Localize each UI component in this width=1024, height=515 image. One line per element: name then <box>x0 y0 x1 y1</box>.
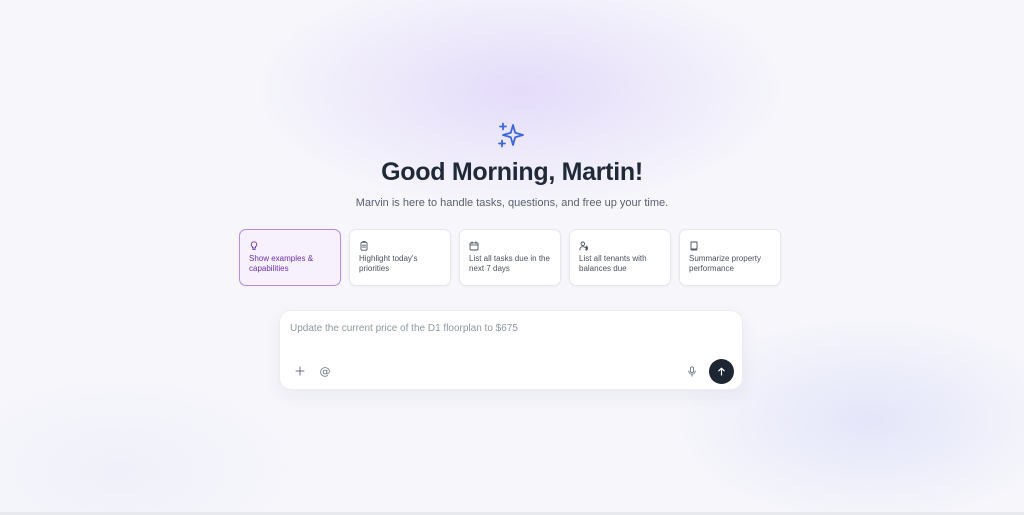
suggestion-label: Show examples & capabilities <box>249 254 314 273</box>
clipboard-icon <box>359 238 369 251</box>
user-dollar-icon <box>579 238 589 251</box>
lightbulb-icon <box>249 238 259 251</box>
sparkle-icon <box>496 121 526 151</box>
calendar-icon <box>469 238 479 251</box>
suggestion-card-priorities[interactable]: Highlight today's priorities <box>349 229 451 286</box>
suggestion-card-tasks[interactable]: List all tasks due in the next 7 days <box>459 229 561 286</box>
suggestion-label: List all tasks due in the next 7 days <box>469 254 550 273</box>
suggestion-label: Summarize property performance <box>689 254 762 273</box>
microphone-icon[interactable] <box>685 364 699 378</box>
send-button[interactable] <box>709 359 734 384</box>
at-icon[interactable]: @ <box>318 364 332 378</box>
greeting-title: Good Morning, Martin! <box>381 158 643 186</box>
arrow-up-icon <box>717 367 726 376</box>
prompt-input[interactable] <box>290 320 730 336</box>
greeting-subtitle: Marvin is here to handle tasks, question… <box>355 197 669 209</box>
suggestion-label: List all tenants with balances due <box>579 254 647 273</box>
book-icon <box>689 238 699 251</box>
suggestion-card-tenants[interactable]: List all tenants with balances due <box>569 229 671 286</box>
suggestion-card-performance[interactable]: Summarize property performance <box>679 229 781 286</box>
suggestion-cards: Show examples & capabilities Highlight t… <box>239 229 781 286</box>
suggestion-card-examples[interactable]: Show examples & capabilities <box>239 229 341 286</box>
plus-icon[interactable] <box>293 364 307 378</box>
suggestion-label: Highlight today's priorities <box>359 254 418 273</box>
chat-composer: @ <box>279 310 743 390</box>
